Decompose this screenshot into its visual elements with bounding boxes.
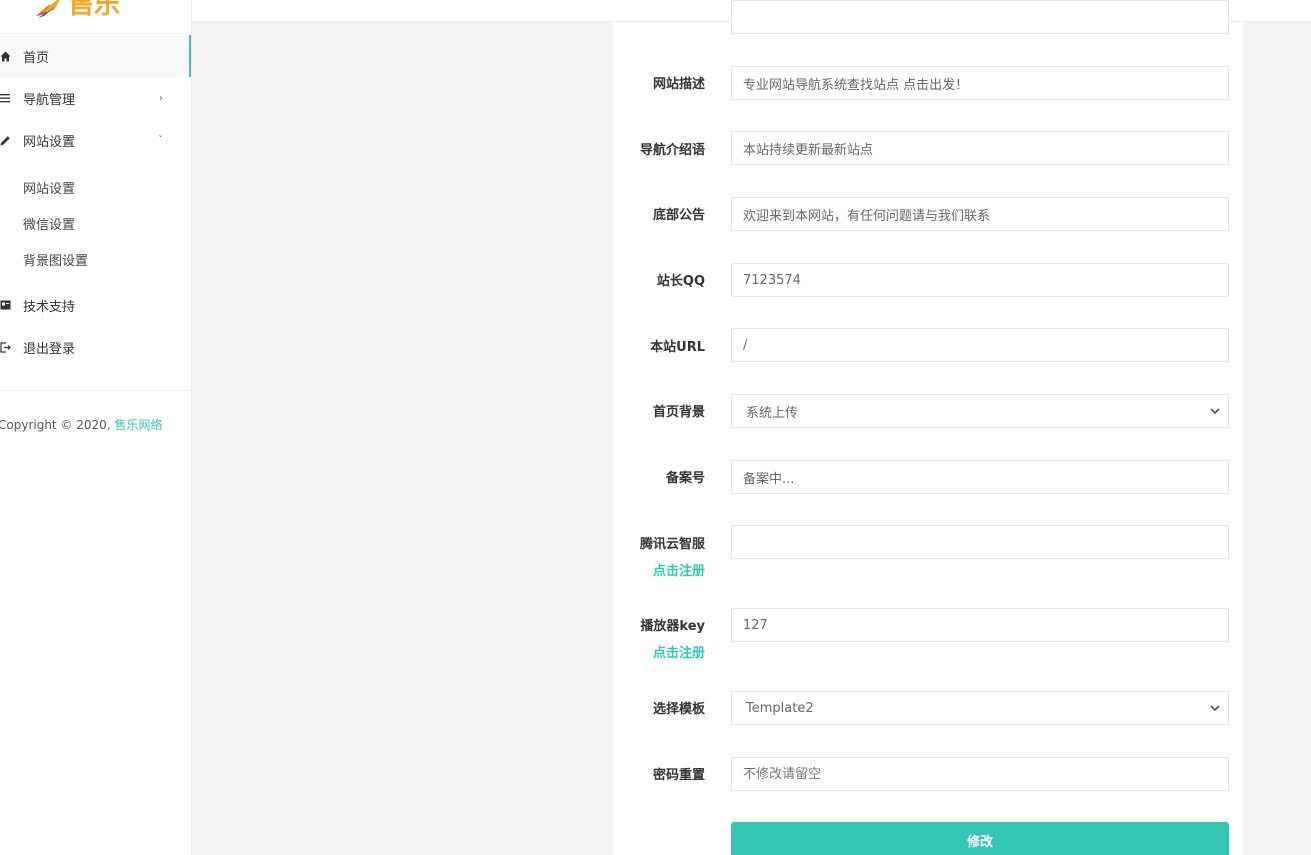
copyright-text: Copyright © 2020, xyxy=(0,418,115,432)
site-keywords-input[interactable] xyxy=(731,0,1229,34)
copyright-link[interactable]: 售乐网络 xyxy=(114,418,162,432)
nav-intro-label: 导航介绍语 xyxy=(639,143,705,158)
card-icon xyxy=(0,299,11,311)
list-icon xyxy=(0,92,11,104)
player-key-input[interactable] xyxy=(731,608,1229,642)
sidebar-item-logout[interactable]: 退出登录 xyxy=(0,326,191,368)
sidebar-subitem-wechat-settings[interactable]: 微信设置 xyxy=(0,206,191,240)
sidebar-item-label: 网站设置 xyxy=(23,134,76,150)
sidebar-subitem-label: 背景图设置 xyxy=(23,253,89,269)
edit-icon xyxy=(0,134,11,146)
icp-number-label: 备案号 xyxy=(665,471,705,486)
sidebar: 售乐 首页 导航管理 › 网站设置 ˇ 网站设置 微信设置 背景图设置 技术支持 xyxy=(0,0,192,855)
logo-mark-icon xyxy=(36,0,60,18)
site-description-label: 网站描述 xyxy=(652,77,705,92)
sidebar-subitem-label: 微信设置 xyxy=(23,217,76,233)
player-register-link[interactable]: 点击注册 xyxy=(653,642,705,661)
home-background-value: 系统上传 xyxy=(746,405,799,421)
site-url-label: 本站URL xyxy=(650,340,705,355)
tencent-cloud-label: 腾讯云智服 xyxy=(639,537,705,552)
logout-icon xyxy=(0,341,11,353)
tencent-register-link[interactable]: 点击注册 xyxy=(653,560,705,579)
chevron-down-icon xyxy=(1210,705,1220,712)
sidebar-item-label: 技术支持 xyxy=(23,299,76,315)
sidebar-subitem-label: 网站设置 xyxy=(23,181,76,197)
home-background-select[interactable]: 系统上传 xyxy=(731,394,1229,428)
settings-form: 网站描述 导航介绍语 底部公告 站长QQ 本站URL 首页背景 系统上传 备案号… xyxy=(613,0,1243,855)
divider xyxy=(0,33,191,34)
site-description-input[interactable] xyxy=(731,66,1229,100)
template-select[interactable]: Template2 xyxy=(731,691,1229,725)
logo-text: 售乐 xyxy=(68,0,121,20)
submit-button[interactable]: 修改 xyxy=(731,822,1229,855)
icp-number-input[interactable] xyxy=(731,460,1229,494)
chevron-down-icon xyxy=(1210,408,1220,415)
admin-qq-label: 站长QQ xyxy=(656,274,705,289)
sidebar-item-label: 导航管理 xyxy=(23,92,76,108)
logo[interactable]: 售乐 xyxy=(34,0,120,18)
sidebar-item-label: 退出登录 xyxy=(23,341,76,357)
sidebar-item-label: 首页 xyxy=(23,50,50,66)
chevron-down-icon: ˇ xyxy=(158,134,163,146)
player-key-label: 播放器key xyxy=(640,619,705,634)
home-icon xyxy=(0,50,11,62)
sidebar-item-nav-manage[interactable]: 导航管理 › xyxy=(0,77,191,119)
site-url-input[interactable] xyxy=(731,328,1229,362)
sidebar-subitem-background-settings[interactable]: 背景图设置 xyxy=(0,242,191,276)
tencent-cloud-input[interactable] xyxy=(731,525,1229,559)
sidebar-subitem-site-settings[interactable]: 网站设置 xyxy=(0,170,191,204)
template-label: 选择模板 xyxy=(652,702,705,717)
chevron-right-icon: › xyxy=(159,92,163,104)
admin-qq-input[interactable] xyxy=(731,263,1229,297)
sidebar-item-site-settings[interactable]: 网站设置 ˇ xyxy=(0,119,191,161)
copyright: Copyright © 2020, 售乐网络 xyxy=(0,416,162,433)
sidebar-item-support[interactable]: 技术支持 xyxy=(0,284,191,326)
password-reset-label: 密码重置 xyxy=(652,768,705,783)
password-reset-input[interactable] xyxy=(731,757,1229,791)
nav-intro-input[interactable] xyxy=(731,131,1229,165)
divider xyxy=(0,390,191,391)
footer-notice-input[interactable] xyxy=(731,197,1229,231)
footer-notice-label: 底部公告 xyxy=(652,208,705,223)
home-background-label: 首页背景 xyxy=(652,405,705,420)
sidebar-item-home[interactable]: 首页 xyxy=(0,35,191,77)
template-value: Template2 xyxy=(746,700,814,716)
